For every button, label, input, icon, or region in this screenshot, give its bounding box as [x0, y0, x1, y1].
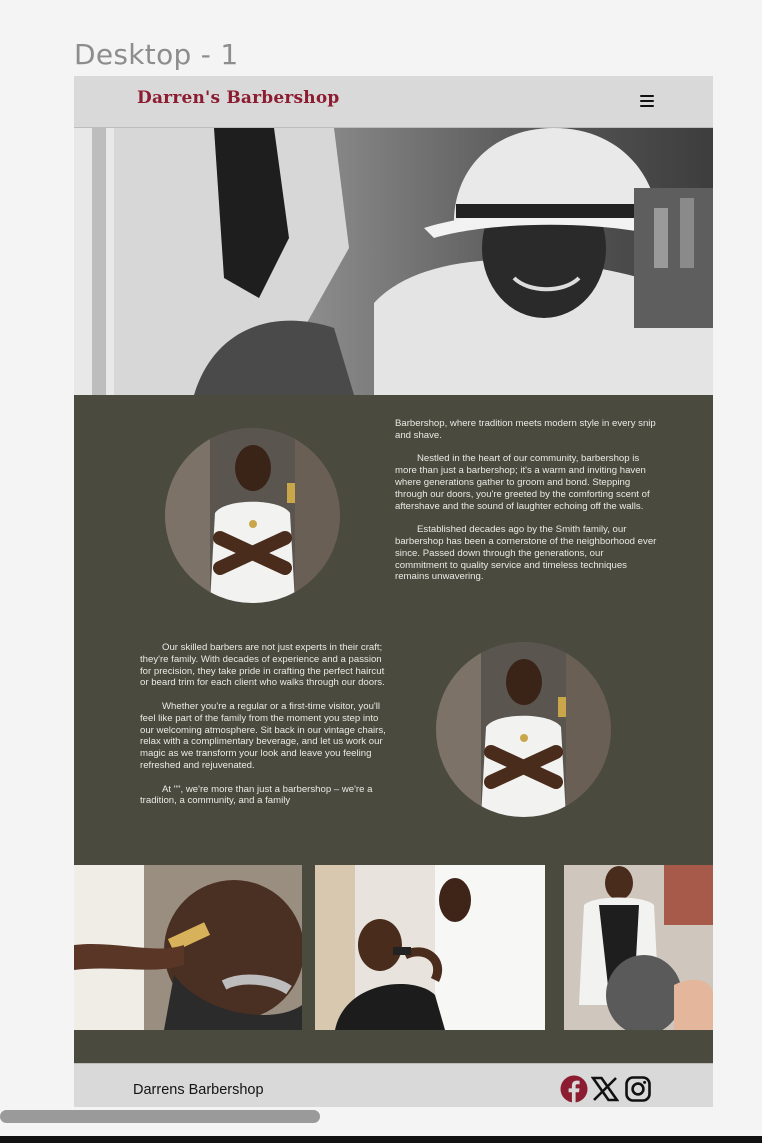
desktop-frame: Darren's Barbershop Barbershop, where tr…: [74, 76, 713, 1113]
about-text-block-1: Barbershop, where tradition meets modern…: [395, 418, 657, 595]
about-paragraph: At "", we're more than just a barbershop…: [140, 783, 373, 807]
hamburger-menu-icon[interactable]: [640, 95, 654, 108]
brand-logo[interactable]: Darren's Barbershop: [137, 88, 340, 108]
x-twitter-icon[interactable]: [591, 1075, 619, 1103]
barber-portrait-image: [165, 428, 340, 603]
about-paragraph: Our skilled barbers are not just experts…: [140, 642, 385, 689]
about-paragraph: Nestled in the heart of our community, b…: [395, 453, 650, 512]
navbar: Darren's Barbershop: [74, 76, 713, 128]
about-paragraph: Whether you're a regular or a first-time…: [140, 700, 386, 771]
barber-portrait-image: [436, 642, 611, 817]
about-text-block-2: Our skilled barbers are not just experts…: [140, 642, 394, 819]
frame-title: Desktop - 1: [74, 38, 239, 71]
horizontal-scrollbar-thumb[interactable]: [0, 1110, 320, 1123]
gallery-image-beard-trim: [74, 865, 302, 1030]
footer-brand-name: Darrens Barbershop: [133, 1082, 264, 1098]
gallery-image-barber-at-chair: [564, 865, 713, 1030]
bottom-edge: [0, 1136, 762, 1143]
gallery-image-kid-haircut: [315, 865, 545, 1030]
hero-image: [74, 128, 713, 395]
footer: Darrens Barbershop: [74, 1063, 713, 1113]
about-paragraph: Barbershop, where tradition meets modern…: [395, 418, 656, 441]
about-paragraph: Established decades ago by the Smith fam…: [395, 524, 657, 583]
instagram-icon[interactable]: [624, 1075, 652, 1103]
facebook-icon[interactable]: [560, 1075, 588, 1103]
